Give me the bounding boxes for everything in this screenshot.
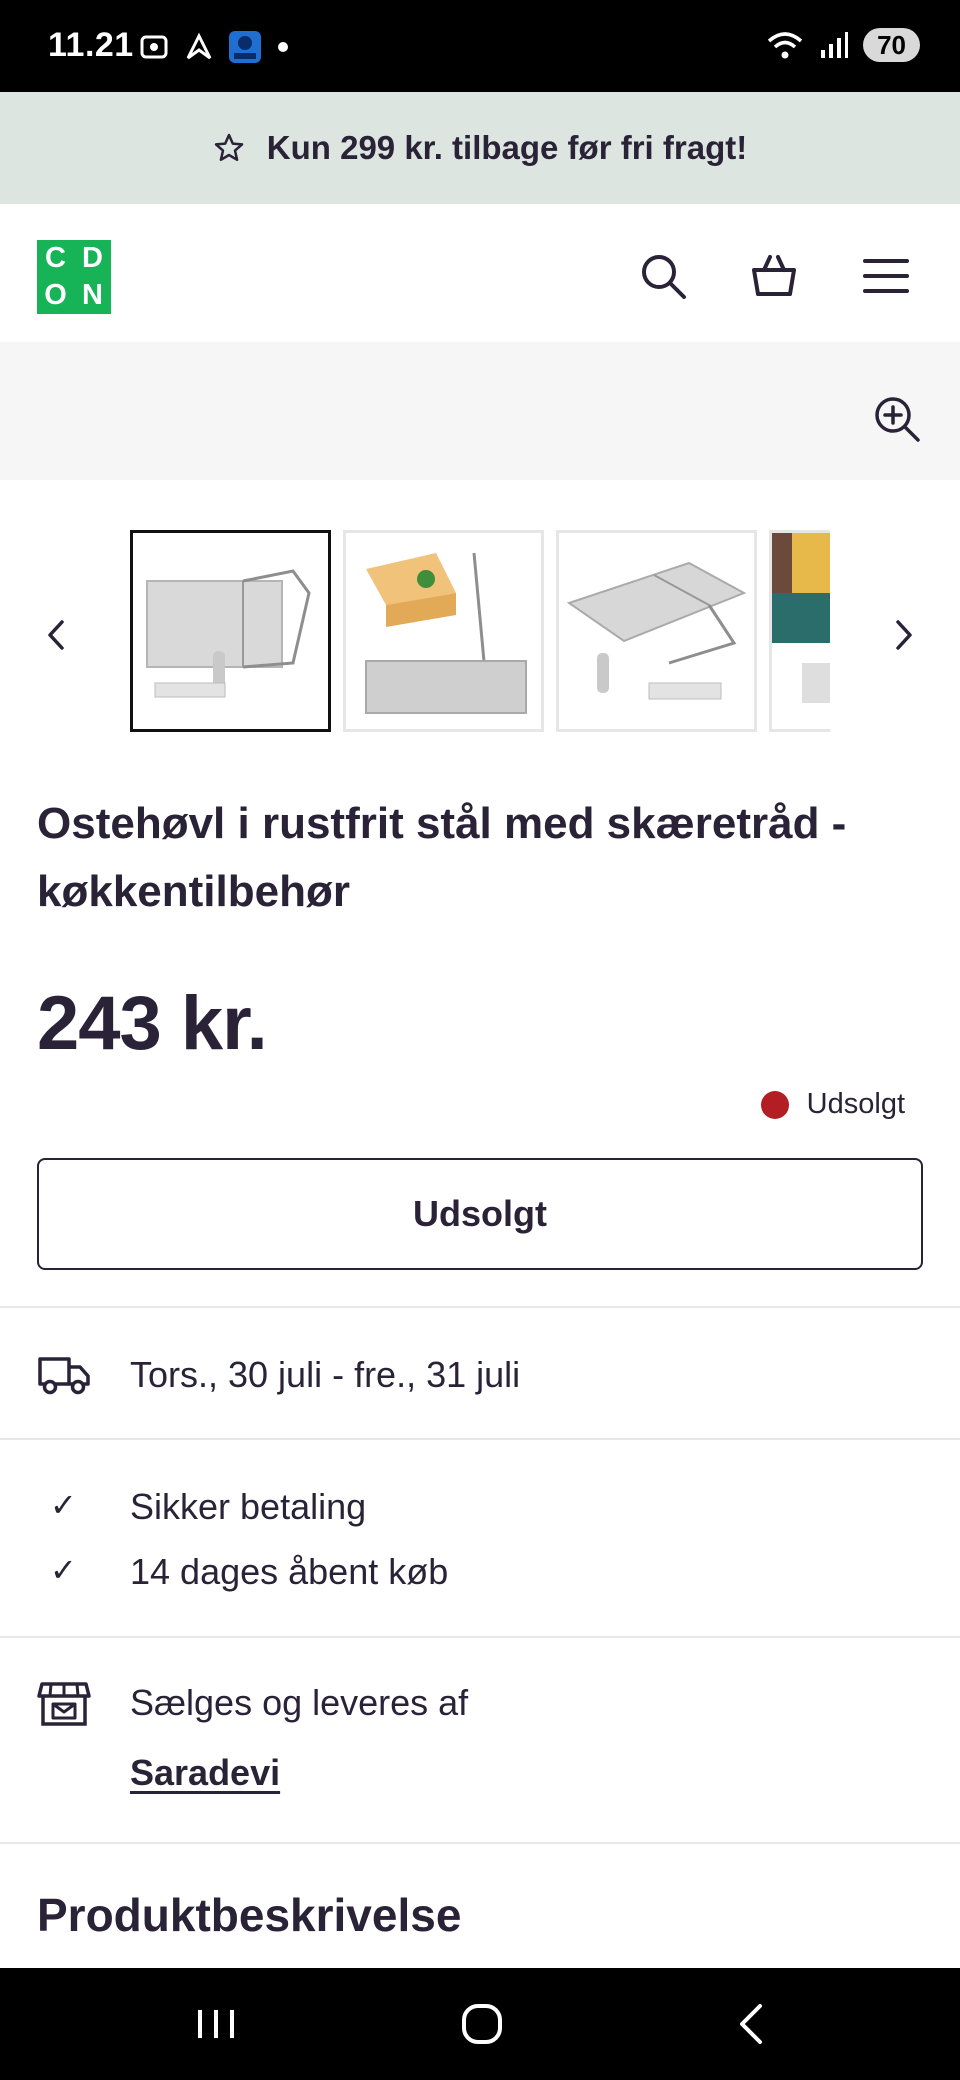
cheese-slicer-image bbox=[566, 561, 747, 700]
delivery-date: Tors., 30 juli - fre., 31 juli bbox=[130, 1354, 521, 1395]
stock-status-dot bbox=[760, 1090, 789, 1119]
chevron-left-icon[interactable] bbox=[36, 610, 76, 660]
logo-letter: C bbox=[45, 242, 66, 274]
benefit-secure-payment: Sikker betaling bbox=[130, 1486, 367, 1527]
app-notification-icon bbox=[229, 31, 261, 63]
logo-letter: O bbox=[44, 279, 67, 311]
promo-banner: Kun 299 kr. tilbage før fri fragt! bbox=[0, 92, 960, 204]
back-icon[interactable] bbox=[722, 1998, 782, 2050]
chevron-right-icon[interactable] bbox=[884, 610, 924, 660]
status-time: 11.21 bbox=[48, 26, 134, 64]
description-heading: Produktbeskrivelse bbox=[37, 1889, 462, 1941]
cheese-slicer-image bbox=[365, 552, 527, 714]
divider bbox=[0, 1438, 960, 1440]
menu-icon[interactable] bbox=[861, 251, 911, 301]
battery-indicator: 70 bbox=[863, 28, 920, 62]
cdon-logo[interactable]: C D O N bbox=[37, 240, 111, 314]
thumbnail[interactable] bbox=[343, 530, 544, 732]
thumbnail-carousel bbox=[0, 530, 960, 740]
status-icons-right: 70 bbox=[765, 28, 920, 62]
site-header: C D O N bbox=[0, 204, 960, 342]
zoom-in-icon[interactable] bbox=[872, 394, 922, 444]
thumbnail[interactable] bbox=[556, 530, 757, 732]
seller-label: Sælges og leveres af bbox=[130, 1682, 469, 1723]
system-nav-bar bbox=[0, 1968, 960, 2080]
logo-letter: N bbox=[82, 279, 103, 311]
wifi-icon bbox=[767, 32, 803, 59]
seller-link[interactable]: Saradevi bbox=[130, 1752, 280, 1794]
star-icon bbox=[214, 133, 244, 162]
thumbnail[interactable] bbox=[130, 530, 331, 732]
dot-icon bbox=[278, 42, 288, 52]
promo-text: Kun 299 kr. tilbage før fri fragt! bbox=[266, 129, 748, 166]
sold-out-button[interactable]: Udsolgt bbox=[37, 1158, 923, 1270]
signal-icon bbox=[821, 32, 849, 58]
truck-icon bbox=[38, 1357, 90, 1395]
stock-status: Udsolgt bbox=[760, 1088, 905, 1121]
search-icon[interactable] bbox=[638, 251, 688, 301]
store-icon bbox=[37, 1682, 91, 1726]
divider bbox=[0, 1306, 960, 1308]
basket-icon[interactable] bbox=[749, 251, 799, 301]
check-icon: ✓ bbox=[50, 1487, 77, 1523]
screenshot-icon bbox=[140, 35, 168, 59]
stock-status-label: Udsolgt bbox=[806, 1088, 905, 1120]
status-icons-left bbox=[138, 30, 290, 64]
check-icon: ✓ bbox=[50, 1552, 77, 1588]
cheese-slicer-image bbox=[772, 533, 830, 703]
recent-apps-icon[interactable] bbox=[186, 1998, 246, 2050]
product-image-area[interactable] bbox=[0, 342, 960, 480]
product-price: 243 kr. bbox=[37, 981, 268, 1066]
benefit-open-purchase: 14 dages åbent køb bbox=[130, 1551, 449, 1592]
divider bbox=[0, 1636, 960, 1638]
home-icon[interactable] bbox=[452, 1998, 512, 2050]
cheese-slicer-image bbox=[146, 569, 311, 698]
product-title: Ostehøvl i rustfrit stål med skæretråd -… bbox=[37, 799, 847, 916]
thumbnail-list bbox=[130, 530, 830, 740]
thumbnail[interactable] bbox=[769, 530, 830, 732]
navigation-icon bbox=[186, 32, 212, 60]
divider bbox=[0, 1842, 960, 1844]
logo-letter: D bbox=[82, 242, 103, 274]
status-bar: 11.21 70 bbox=[0, 0, 960, 92]
